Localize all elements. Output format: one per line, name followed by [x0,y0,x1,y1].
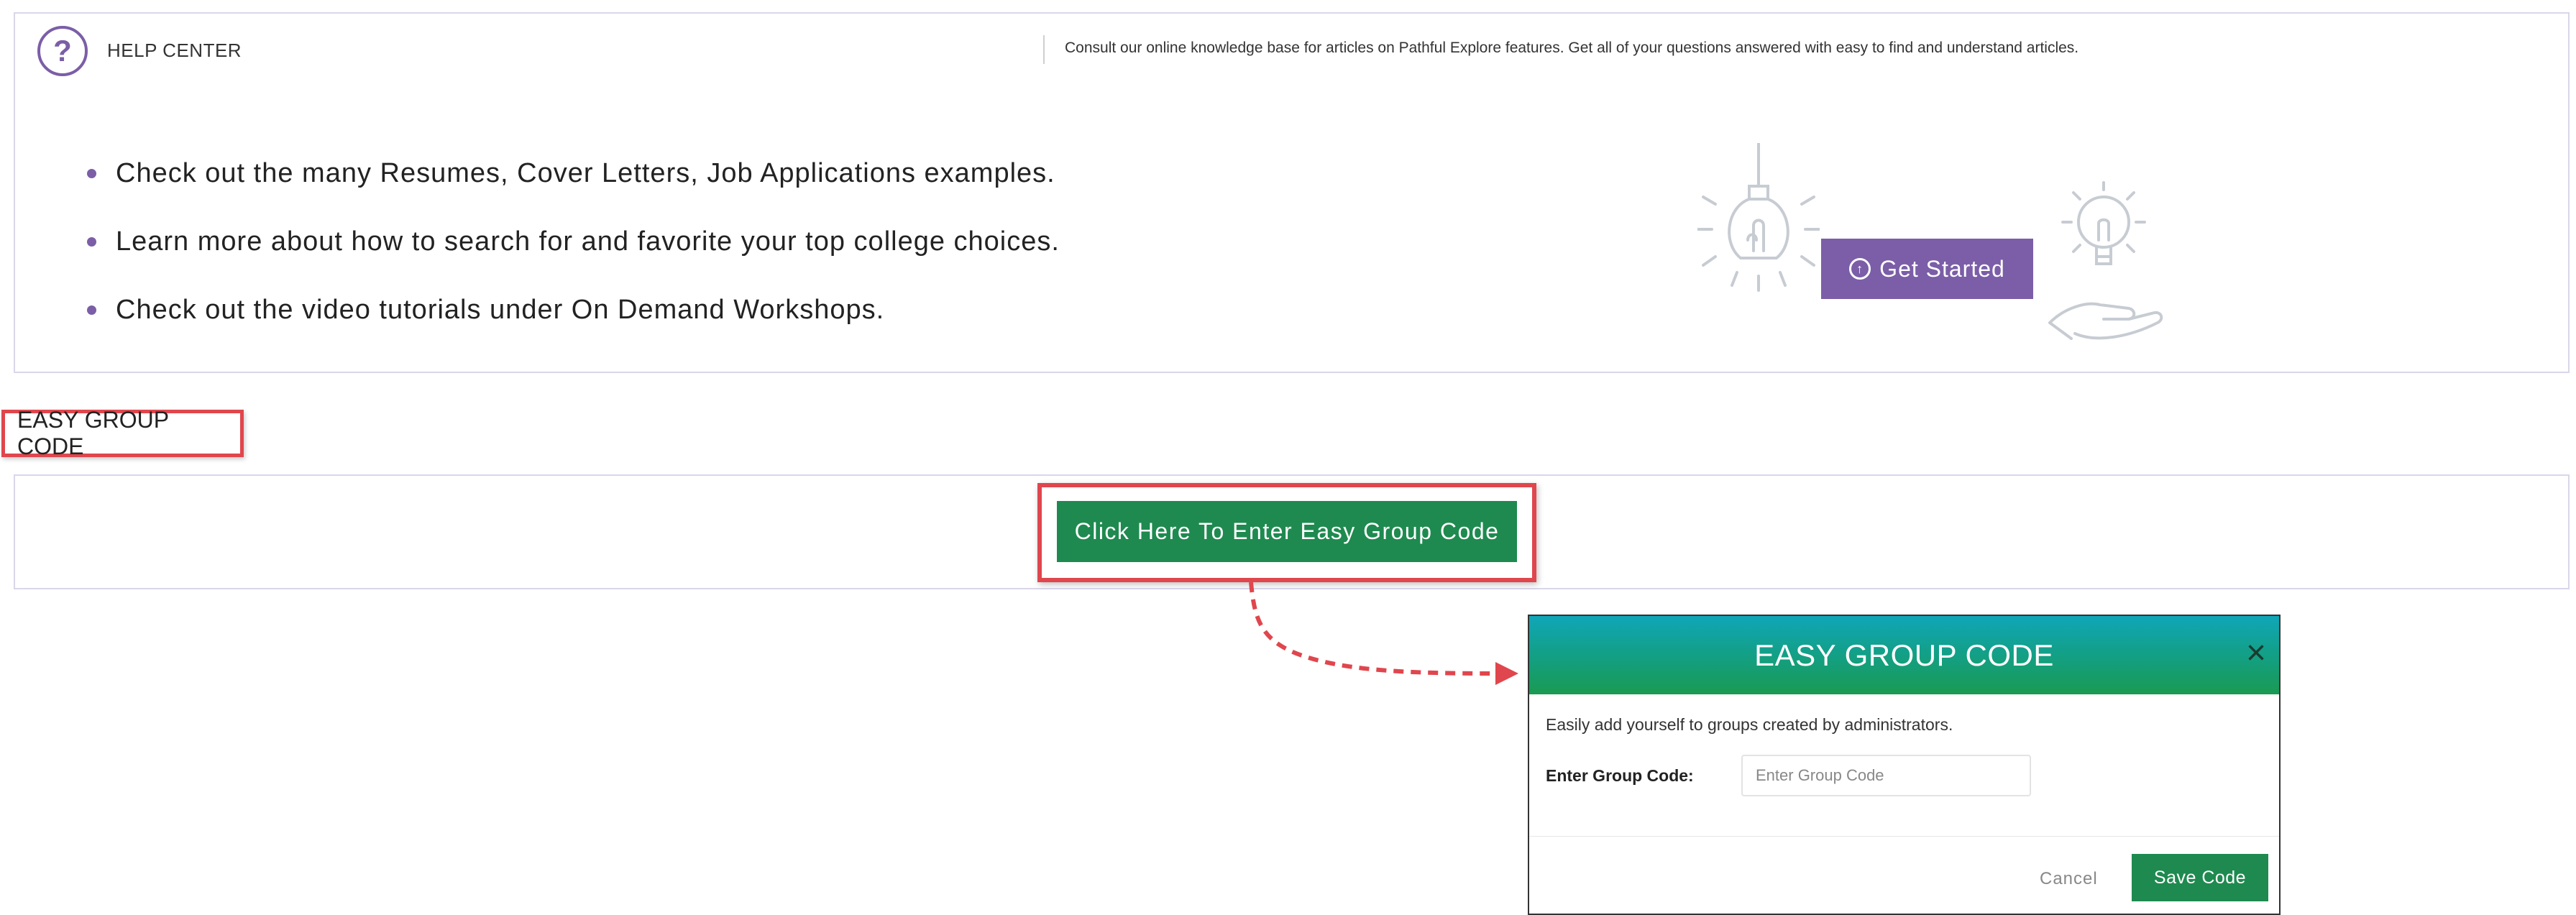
list-item: Check out the video tutorials under On D… [77,294,1060,362]
help-center-description: Consult our online knowledge base for ar… [1065,40,2079,56]
lightbulb-hand-icon [2048,181,2163,340]
easy-group-code-modal: EASY GROUP CODE × Easily add yourself to… [1528,615,2281,915]
section-label-text: EASY GROUP CODE [17,407,169,459]
easy-group-code-section-label: EASY GROUP CODE [1,407,244,459]
group-code-input[interactable] [1741,755,2031,796]
modal-title: EASY GROUP CODE [1754,638,2054,672]
help-center-body: Check out the many Resumes, Cover Letter… [14,86,2570,373]
list-item: Learn more about how to search for and f… [77,226,1060,294]
close-icon[interactable]: × [2240,636,2272,671]
get-started-button[interactable]: ↑ Get Started [1821,239,2033,299]
annotation-arrow-icon [1249,581,1518,685]
help-center-title: HELP CENTER [107,40,242,61]
lightbulb-icon [1697,143,1820,292]
question-mark-icon: ? [37,26,88,76]
modal-header: EASY GROUP CODE × [1529,616,2279,694]
get-started-label: Get Started [1879,255,2005,282]
cancel-button[interactable]: Cancel [2040,869,2098,889]
modal-description: Easily add yourself to groups created by… [1546,715,1953,734]
header-divider [1043,35,1045,64]
modal-footer-divider [1529,836,2279,837]
save-code-button[interactable]: Save Code [2132,854,2268,901]
help-center-header: ? HELP CENTER Consult our online knowled… [14,12,2570,87]
help-tips-list: Check out the many Resumes, Cover Letter… [77,157,1060,362]
arrow-up-circle-icon: ↑ [1849,258,1871,280]
list-item: Check out the many Resumes, Cover Letter… [77,157,1060,226]
group-code-label: Enter Group Code: [1546,766,1694,785]
enter-easy-group-code-button[interactable]: Click Here To Enter Easy Group Code [1057,501,1517,562]
